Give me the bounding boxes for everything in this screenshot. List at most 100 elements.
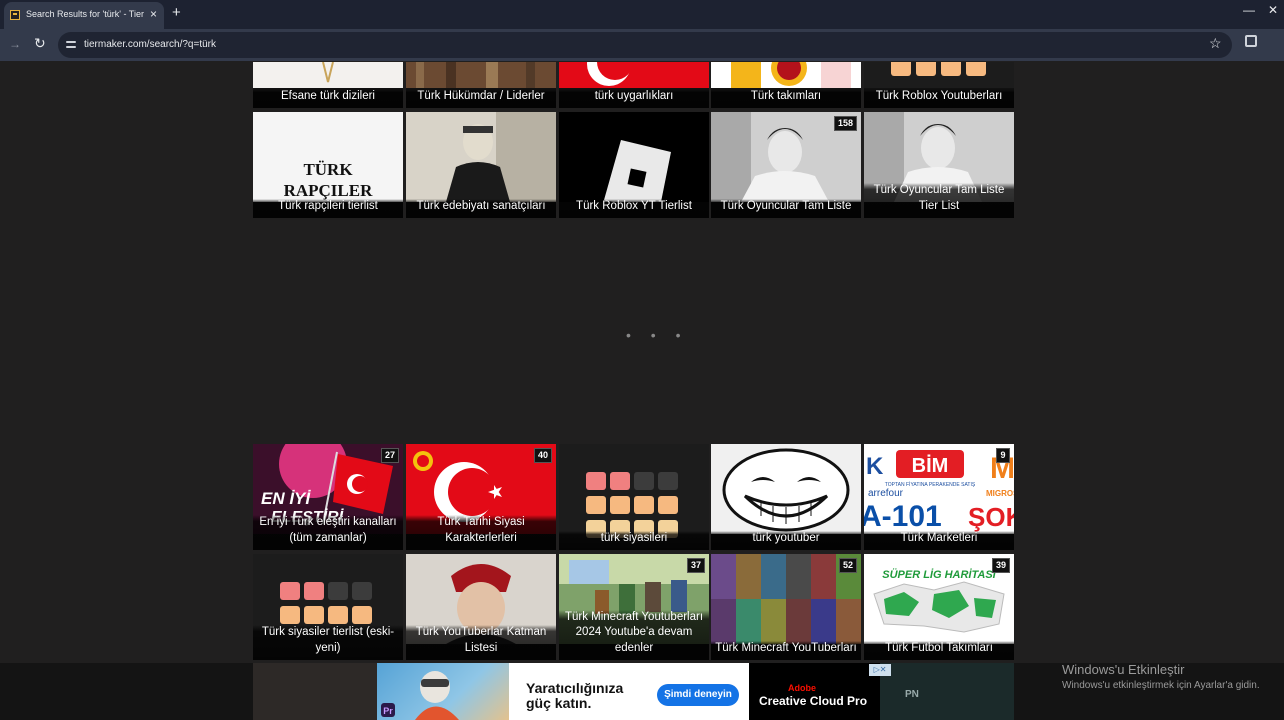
thumbnail-image [559,444,709,538]
item-count-badge: 39 [991,558,1010,573]
tier-card[interactable]: K BİM TOPTAN FİYATINA PERAKENDE SATIŞ ar… [864,444,1014,550]
ad-cta-button[interactable]: Şimdi deneyin [657,684,739,706]
svg-text:MIGROS: MIGROS [986,489,1014,498]
card-title: Türk Tarihi Siyasi Karakterlerleri [406,515,556,550]
thumbnail-image [559,62,709,88]
new-tab-icon[interactable]: + [172,4,181,22]
item-count-badge: 27 [380,448,399,463]
ad-right-panel: PN [880,663,1014,720]
card-title: Türk Minecraft YouTuberları [711,640,861,660]
tier-card[interactable]: 37 Türk Minecraft Youtuberları 2024 Yout… [559,554,709,660]
card-title: türk uygarlıkları [559,88,709,108]
card-title: Türk Roblox YT Tierlist [559,198,709,218]
tab-strip: Search Results for 'türk' - TierM × + — … [0,0,1284,29]
card-title: Türk YouTuberlar Katman Listesi [406,625,556,660]
card-title: Türk Roblox Youtuberları [864,88,1014,108]
tier-card[interactable]: Türk siyasiler tierlist (eski-yeni) [253,554,403,660]
tier-card[interactable]: Türk Oyuncular Tam Liste Tier List [864,112,1014,218]
thumb-text: SÜPER LİG HARİTASI [882,568,996,581]
tier-card[interactable]: EN İYİ ELEŞTİRİ 27 En iyi Türk eleştiri … [253,444,403,550]
ad-choices-icon[interactable]: ▷✕ [869,664,891,676]
minimize-icon[interactable]: — [1243,3,1255,17]
card-title: Türk Minecraft Youtuberları 2024 Youtube… [559,609,709,660]
reload-icon[interactable]: ↻ [34,35,46,52]
card-title: Türk Hükümdar / Liderler [406,88,556,108]
card-title: En iyi Türk eleştiri kanalları (tüm zama… [253,515,403,550]
loading-indicator: • • • [626,327,689,343]
tier-card[interactable]: TÜRK RAPÇILER Türk rapçileri tierlist [253,112,403,218]
item-count-badge: 52 [838,558,857,573]
thumbnail-image [864,62,1014,88]
card-title: türk youtuber [711,530,861,550]
card-title: Türk Oyuncular Tam Liste Tier List [864,183,1014,218]
card-title: Türk siyasiler tierlist (eski-yeni) [253,625,403,660]
tier-card[interactable]: 158 Türk Oyuncular Tam Liste [711,112,861,218]
window-close-icon[interactable]: ✕ [1268,3,1278,17]
thumbnail-image [559,112,709,202]
ad-headline: Yaratıcılığınıza güç katın. [526,680,624,711]
tab-title: Search Results for 'türk' - TierM [26,9,144,19]
thumbnail-image [711,444,861,534]
thumbnail-image: TÜRK RAPÇILER [253,112,403,202]
card-title: Türk rapçileri tierlist [253,198,403,218]
tiermaker-favicon-icon [10,10,20,20]
item-count-badge: 9 [996,448,1010,463]
card-title: Türk takımları [711,88,861,108]
card-title: Türk Futbol Takımları [864,640,1014,660]
card-title: Türk Oyuncular Tam Liste [711,198,861,218]
browser-toolbar: → ↻ tiermaker.com/search/?q=türk ☆ [0,29,1284,61]
item-count-badge: 37 [686,558,705,573]
adobe-logo: Adobe [788,683,816,693]
bim-logo-text: BİM [912,454,949,477]
tier-card[interactable]: Türk Roblox Youtuberları [864,62,1014,108]
svg-text:TOPTAN FİYATINA PERAKENDE SATI: TOPTAN FİYATINA PERAKENDE SATIŞ [885,481,976,488]
tier-card[interactable]: türk siyasileri [559,444,709,550]
card-title: Efsane türk dizileri [253,88,403,108]
thumbnail-image [406,62,556,88]
windows-activation-subtitle: Windows'u etkinleştirmek için Ayarlar'a … [1062,680,1260,691]
svg-text:RAPÇILER: RAPÇILER [284,181,374,200]
tier-card[interactable]: Türk Roblox YT Tierlist [559,112,709,218]
tier-card[interactable]: SÜPER LİG HARİTASI 39 Türk Futbol Takıml… [864,554,1014,660]
tier-card[interactable]: Efsane türk dizileri [253,62,403,108]
svg-text:A-101: A-101 [864,500,942,533]
tier-card[interactable]: 52 Türk Minecraft YouTuberları [711,554,861,660]
thumbnail-image: K BİM TOPTAN FİYATINA PERAKENDE SATIŞ ar… [864,444,1014,534]
thumbnail-image [253,62,403,88]
tier-card[interactable]: Türk Hükümdar / Liderler [406,62,556,108]
card-title: Türk edebiyatı sanatçıları [406,198,556,218]
browser-tab[interactable]: Search Results for 'türk' - TierM × [4,2,164,29]
ad-brand-text: Creative Cloud Pro [759,694,868,708]
svg-text:arrefour: arrefour [868,488,904,499]
tier-card[interactable]: Türk edebiyatı sanatçıları [406,112,556,218]
svg-text:EN İYİ: EN İYİ [261,489,311,508]
svg-text:K: K [866,453,884,480]
site-info-icon[interactable] [66,39,76,49]
forward-arrow-icon[interactable]: → [9,37,21,51]
ad-background-image [253,663,377,720]
address-bar[interactable]: tiermaker.com/search/?q=türk ☆ [58,32,1232,58]
tier-card[interactable]: türk uygarlıkları [559,62,709,108]
ad-brand-panel: Adobe Creative Cloud Pro [749,663,880,720]
tier-card[interactable]: türk youtuber [711,444,861,550]
svg-text:ŞOK: ŞOK [968,502,1014,532]
tier-card[interactable]: Türk YouTuberlar Katman Listesi [406,554,556,660]
ad-copy[interactable]: Yaratıcılığınıza güç katın. Şimdi deneyi… [509,663,880,720]
windows-activation-title: Windows'u Etkinleştir [1062,662,1185,677]
card-title: Türk Marketleri [864,530,1014,550]
tab-close-icon[interactable]: × [150,7,157,21]
extensions-icon[interactable] [1245,35,1257,47]
ad-right-text: PN [905,689,919,700]
item-count-badge: 40 [533,448,552,463]
bookmark-star-icon[interactable]: ☆ [1209,35,1222,52]
thumbnail-image [406,112,556,202]
tier-card[interactable]: Türk takımları [711,62,861,108]
card-title: türk siyasileri [559,530,709,550]
premiere-app-icon: Pr [383,706,393,716]
ad-image[interactable]: Pr [377,663,509,720]
thumb-text: TÜRK [303,160,353,179]
tier-card[interactable]: 40 Türk Tarihi Siyasi Karakterlerleri [406,444,556,550]
thumbnail-image [711,62,861,88]
item-count-badge: 158 [833,116,857,131]
url-text[interactable]: tiermaker.com/search/?q=türk [84,39,216,50]
